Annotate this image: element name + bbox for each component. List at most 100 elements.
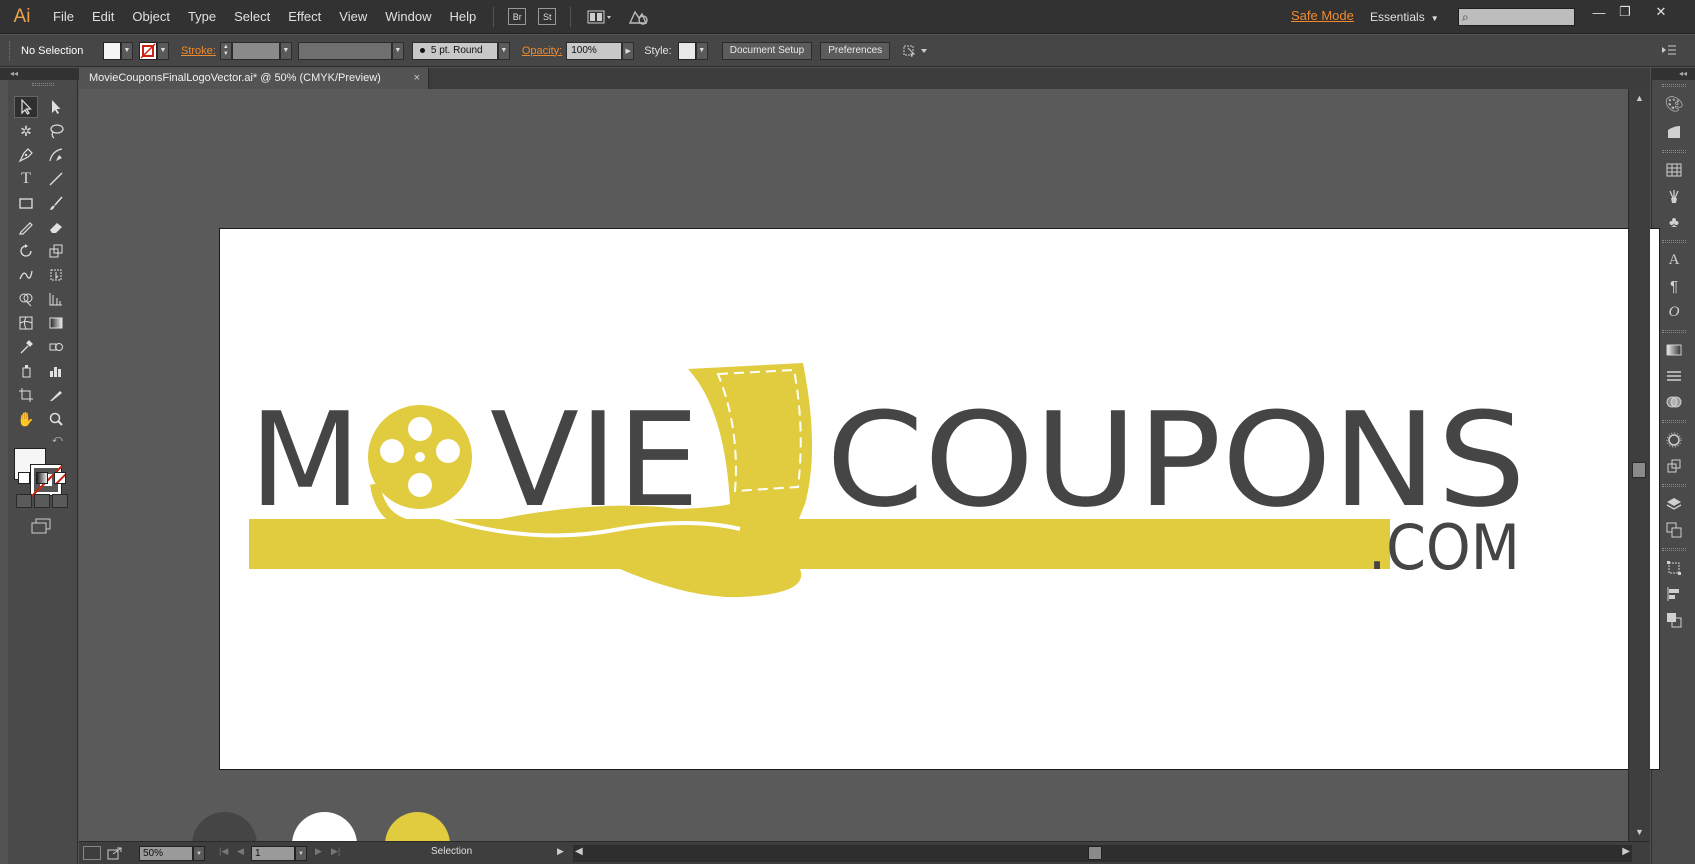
transform-panel-icon[interactable]: [1664, 558, 1684, 578]
blend-tool-icon[interactable]: [44, 336, 68, 358]
paintbrush-tool-icon[interactable]: [44, 192, 68, 214]
draw-inside-icon[interactable]: [52, 494, 68, 508]
graphic-style-swatch[interactable]: [677, 41, 696, 60]
opacity-label[interactable]: Opacity:: [522, 45, 562, 57]
panel-grip[interactable]: [1662, 420, 1686, 423]
paragraph-panel-icon[interactable]: ¶: [1664, 276, 1684, 296]
panel-grip[interactable]: [1662, 84, 1686, 87]
artboard-tool-icon[interactable]: [14, 384, 38, 406]
stroke-label[interactable]: Stroke:: [181, 45, 216, 57]
movie-coupons-logo[interactable]: M VIE COUPONS .COM: [220, 229, 1661, 771]
menu-effect[interactable]: Effect: [279, 0, 330, 34]
arrange-documents-icon[interactable]: [585, 7, 615, 27]
opacity-slider-toggle[interactable]: ▶: [622, 41, 635, 60]
gradient-panel-icon[interactable]: [1664, 340, 1684, 360]
brushes-panel-icon[interactable]: [1664, 186, 1684, 206]
panel-grip[interactable]: [1662, 548, 1686, 551]
artboard-number-field[interactable]: 1: [251, 846, 295, 861]
gradient-tool-icon[interactable]: [44, 312, 68, 334]
menu-window[interactable]: Window: [376, 0, 440, 34]
scroll-up-icon[interactable]: ▲: [1635, 93, 1644, 103]
scroll-left-icon[interactable]: ◀: [575, 846, 583, 857]
warp-tool-icon[interactable]: [14, 264, 38, 286]
draw-normal-icon[interactable]: [16, 494, 32, 508]
gpu-performance-icon[interactable]: [623, 7, 653, 27]
eraser-tool-icon[interactable]: [44, 216, 68, 238]
collapse-tools-icon[interactable]: ◂◂: [0, 68, 79, 80]
hand-tool-icon[interactable]: ✋: [14, 408, 38, 430]
symbols-panel-icon[interactable]: ♣: [1664, 212, 1684, 232]
shape-builder-tool-icon[interactable]: [14, 288, 38, 310]
preferences-button[interactable]: Preferences: [820, 41, 891, 60]
fill-dropdown[interactable]: ▼: [121, 41, 133, 60]
vertical-scrollbar[interactable]: ▲ ▼: [1628, 89, 1650, 841]
share-icon[interactable]: [107, 846, 123, 860]
stroke-panel-icon[interactable]: [1664, 366, 1684, 386]
character-panel-icon[interactable]: A: [1664, 250, 1684, 270]
appearance-panel-icon[interactable]: [1664, 430, 1684, 450]
zoom-tool-icon[interactable]: [44, 408, 68, 430]
brush-dropdown[interactable]: ▼: [497, 41, 510, 60]
symbol-sprayer-tool-icon[interactable]: [14, 360, 38, 382]
artboard-dropdown[interactable]: ▼: [295, 846, 307, 861]
opacity-field[interactable]: 100%: [566, 41, 623, 60]
menu-file[interactable]: File: [44, 0, 83, 34]
profile-dropdown[interactable]: ▼: [391, 41, 404, 60]
none-mode-icon[interactable]: [54, 472, 66, 484]
stroke-weight-dropdown[interactable]: ▼: [279, 41, 292, 60]
fill-color-swatch[interactable]: [103, 41, 121, 60]
stroke-weight-stepper[interactable]: ▲ ▼: [219, 41, 232, 60]
scroll-right-icon[interactable]: ▶: [1622, 846, 1630, 857]
zoom-dropdown[interactable]: ▼: [193, 846, 205, 861]
draw-behind-icon[interactable]: [34, 494, 50, 508]
type-tool-icon[interactable]: T: [14, 168, 38, 190]
next-artboard-icon[interactable]: ▶: [315, 846, 322, 857]
stroke-weight-field[interactable]: [231, 41, 280, 60]
line-segment-tool-icon[interactable]: [44, 168, 68, 190]
curvature-tool-icon[interactable]: [44, 144, 68, 166]
panel-grip[interactable]: [32, 83, 54, 86]
screen-mode-icon[interactable]: [30, 518, 52, 534]
panel-grip[interactable]: [1662, 240, 1686, 243]
document-setup-button[interactable]: Document Setup: [721, 41, 813, 60]
lasso-tool-icon[interactable]: [44, 120, 68, 142]
zoom-field[interactable]: 50%: [139, 846, 193, 861]
rotate-view-icon[interactable]: [83, 846, 101, 860]
color-panel-icon[interactable]: 🎨︎: [1664, 94, 1684, 114]
bridge-button[interactable]: Br: [508, 8, 527, 25]
stroke-color-swatch[interactable]: [139, 41, 157, 60]
rectangle-tool-icon[interactable]: [14, 192, 38, 214]
status-menu-icon[interactable]: ▶: [557, 846, 564, 857]
pen-tool-icon[interactable]: [14, 144, 38, 166]
pencil-tool-icon[interactable]: [14, 216, 38, 238]
artboards-panel-icon[interactable]: [1664, 520, 1684, 540]
brush-definition-field[interactable]: 5 pt. Round: [411, 41, 498, 60]
document-tab[interactable]: MovieCouponsFinalLogoVector.ai* @ 50% (C…: [79, 68, 429, 89]
magic-wand-tool-icon[interactable]: ✲: [14, 120, 38, 142]
menu-help[interactable]: Help: [440, 0, 485, 34]
panel-menu-icon[interactable]: [1660, 43, 1678, 57]
slice-tool-icon[interactable]: [44, 384, 68, 406]
menu-edit[interactable]: Edit: [83, 0, 123, 34]
free-transform-tool-icon[interactable]: [44, 264, 68, 286]
stroke-dropdown[interactable]: ▼: [157, 41, 169, 60]
column-graph-tool-icon[interactable]: [44, 360, 68, 382]
rotate-tool-icon[interactable]: [14, 240, 38, 262]
previous-artboard-icon[interactable]: ◀: [237, 846, 244, 857]
direct-selection-tool-icon[interactable]: [44, 96, 68, 118]
graphic-styles-panel-icon[interactable]: [1664, 456, 1684, 476]
artboard[interactable]: M VIE COUPONS .COM: [219, 228, 1660, 770]
variable-width-profile[interactable]: [297, 41, 392, 60]
menu-view[interactable]: View: [330, 0, 376, 34]
selection-tool-icon[interactable]: [14, 96, 38, 118]
swap-fill-stroke-icon[interactable]: ⤺: [52, 434, 63, 445]
gradient-mode-icon[interactable]: [36, 472, 48, 484]
workspace-switcher[interactable]: Essentials ▼: [1370, 0, 1439, 34]
opentype-panel-icon[interactable]: O: [1664, 302, 1684, 322]
color-mode-icon[interactable]: [18, 472, 30, 484]
stock-button[interactable]: St: [538, 8, 557, 25]
vertical-scroll-thumb[interactable]: [1632, 462, 1646, 478]
last-artboard-icon[interactable]: ▶|: [331, 846, 340, 857]
canvas-area[interactable]: M VIE COUPONS .COM: [79, 89, 1660, 864]
panel-grip[interactable]: [9, 40, 13, 61]
